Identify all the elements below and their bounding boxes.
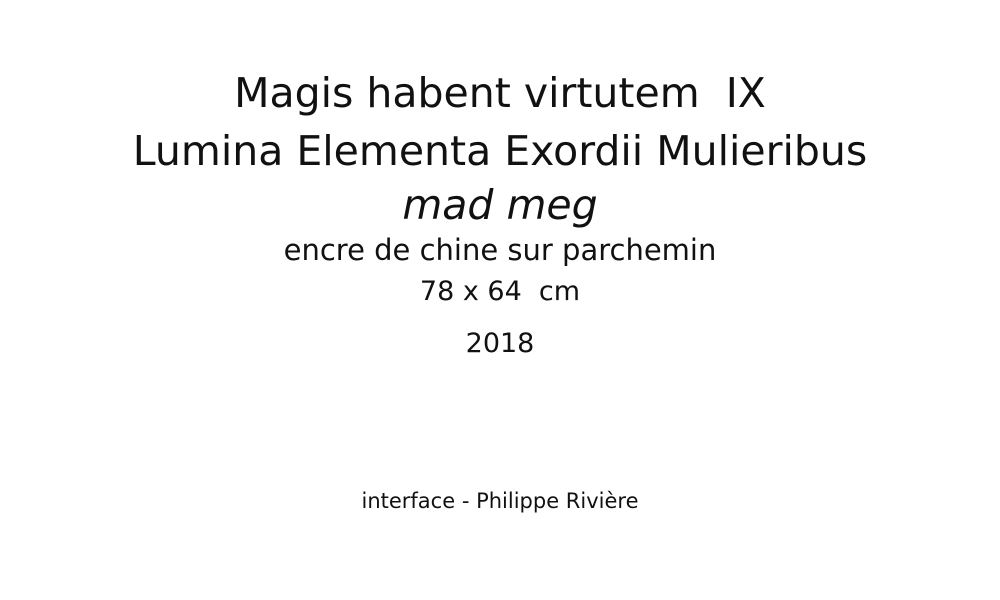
artwork-title-line-2: Lumina Elementa Exordii Mulieribus xyxy=(132,127,868,175)
artwork-dimensions: 78 x 64 cm xyxy=(419,276,581,307)
artwork-caption: Magis habent virtutem IX Lumina Elementa… xyxy=(0,64,1000,364)
artwork-title-line-1: Magis habent virtutem IX xyxy=(234,69,766,117)
artwork-year: 2018 xyxy=(465,328,535,359)
artwork-medium: encre de chine sur parchemin xyxy=(283,233,717,267)
artist-name: mad meg xyxy=(402,181,598,229)
interface-credit: interface - Philippe Rivière xyxy=(361,489,639,513)
